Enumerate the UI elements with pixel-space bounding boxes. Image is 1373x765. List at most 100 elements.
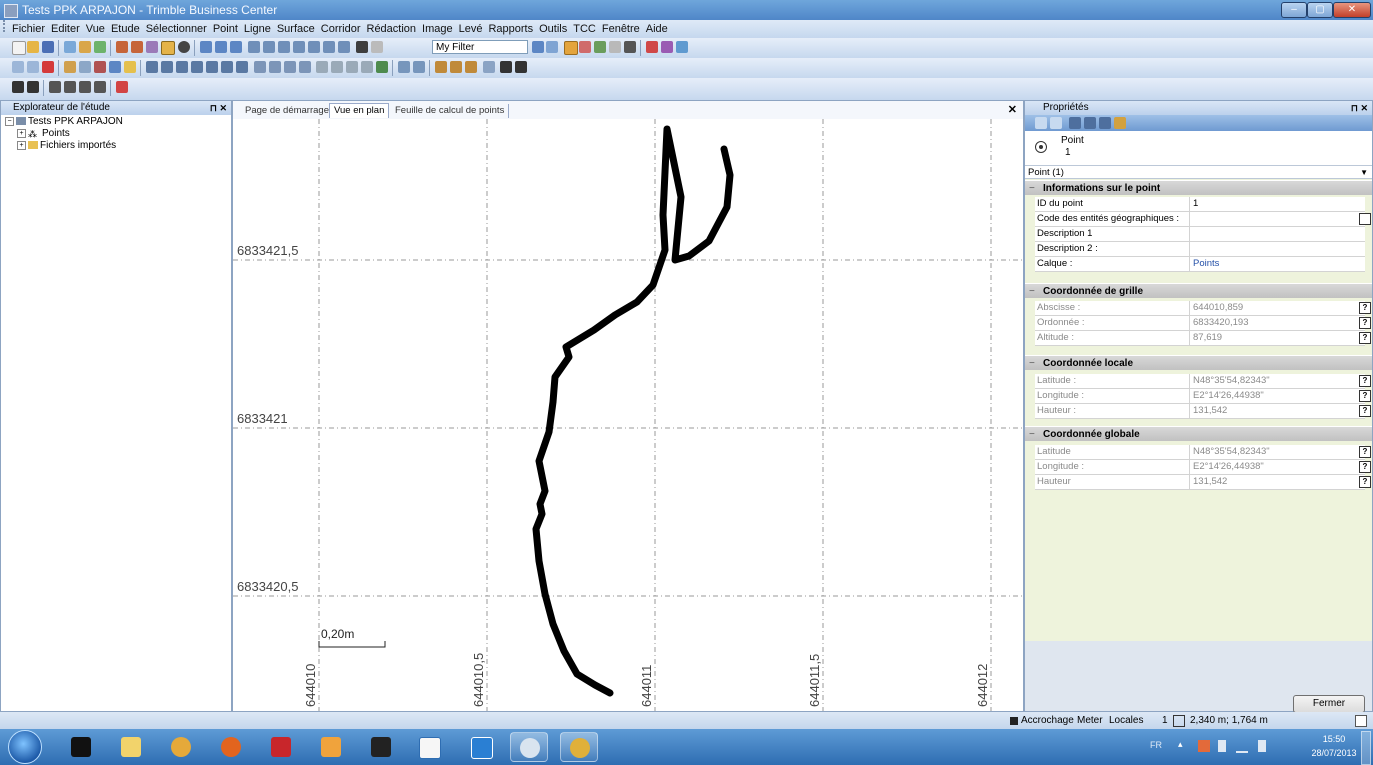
arc-tool-icon[interactable] bbox=[161, 61, 173, 73]
prop-row-layer[interactable]: Calque : Points bbox=[1035, 257, 1365, 272]
explorer-pin-close[interactable]: ⊓ ✕ bbox=[210, 101, 227, 115]
undo-icon[interactable] bbox=[12, 61, 24, 73]
export-icon[interactable] bbox=[79, 41, 91, 53]
menu-leve[interactable]: Levé bbox=[456, 21, 486, 35]
prop-value[interactable]: 1 bbox=[1193, 197, 1343, 211]
system-clock[interactable]: 15:50 28/07/2013 bbox=[1309, 732, 1359, 760]
grid-icon[interactable] bbox=[356, 41, 368, 53]
menu-rapports[interactable]: Rapports bbox=[485, 21, 536, 35]
menu-vue[interactable]: Vue bbox=[83, 21, 108, 35]
cogo-point-icon[interactable] bbox=[64, 61, 76, 73]
sort-props-icon[interactable] bbox=[1084, 117, 1096, 129]
tree-item-points[interactable]: + ⁂ Points bbox=[17, 128, 70, 139]
cogo-search-icon[interactable] bbox=[79, 61, 91, 73]
help-icon[interactable]: ? bbox=[1359, 317, 1371, 329]
help-icon[interactable]: ? bbox=[1359, 390, 1371, 402]
label-tool-icon[interactable] bbox=[450, 61, 462, 73]
menu-tcc[interactable]: TCC bbox=[570, 21, 599, 35]
tree-icon[interactable] bbox=[376, 61, 388, 73]
menu-redaction[interactable]: Rédaction bbox=[364, 21, 420, 35]
menu-surface[interactable]: Surface bbox=[274, 21, 318, 35]
taskbar-pages[interactable] bbox=[312, 732, 350, 762]
zoom-extents-icon[interactable] bbox=[248, 41, 260, 53]
survey-station-icon[interactable] bbox=[12, 81, 24, 93]
menu-image[interactable]: Image bbox=[419, 21, 456, 35]
select-filter-icon[interactable] bbox=[146, 41, 158, 53]
taskbar-filezilla[interactable] bbox=[262, 732, 300, 762]
select-crossing-icon[interactable] bbox=[131, 41, 143, 53]
taskbar-firefox[interactable] bbox=[212, 732, 250, 762]
filter-manager-icon[interactable] bbox=[546, 41, 558, 53]
help-pointer-icon[interactable] bbox=[676, 41, 688, 53]
taskbar-explorer[interactable] bbox=[112, 732, 150, 762]
start-button[interactable] bbox=[8, 730, 42, 764]
open-folder-icon[interactable] bbox=[27, 41, 39, 53]
menu-fenetre[interactable]: Fenêtre bbox=[599, 21, 643, 35]
properties-icon[interactable] bbox=[371, 41, 383, 53]
import-icon[interactable] bbox=[64, 41, 76, 53]
section-global-coordinates[interactable]: − Coordonnée globale bbox=[1025, 426, 1372, 441]
status-snap[interactable]: Accrochage bbox=[1021, 712, 1074, 729]
snap-node-icon[interactable] bbox=[361, 61, 373, 73]
tree-item-imported-files[interactable]: + Fichiers importés bbox=[17, 140, 116, 151]
plan-view-canvas[interactable]: 6833421,5 6833421 6833420,5 644010 64401… bbox=[233, 119, 1023, 711]
help-icon[interactable]: ? bbox=[1359, 405, 1371, 417]
select-active-icon[interactable] bbox=[161, 41, 175, 55]
line-tool-icon[interactable] bbox=[146, 61, 158, 73]
maximize-button[interactable]: ▢ bbox=[1307, 2, 1333, 18]
categorized-icon[interactable] bbox=[1035, 117, 1047, 129]
taskbar-cmd[interactable] bbox=[62, 732, 100, 762]
menu-editer[interactable]: Editer bbox=[48, 21, 83, 35]
tab-points-spreadsheet[interactable]: Feuille de calcul de points bbox=[391, 104, 510, 118]
curve-tool-icon[interactable] bbox=[191, 61, 203, 73]
close-document-icon[interactable]: ✕ bbox=[1008, 103, 1017, 116]
help-icon[interactable]: ? bbox=[1359, 375, 1371, 387]
prop-value[interactable]: Points bbox=[1193, 257, 1343, 271]
status-units[interactable]: Meter bbox=[1077, 712, 1103, 729]
close-window-button[interactable]: ✕ bbox=[1333, 2, 1371, 18]
taskbar-trimble-2[interactable] bbox=[560, 732, 598, 762]
scale-icon[interactable] bbox=[79, 81, 91, 93]
tab-start-page[interactable]: Page de démarrage bbox=[241, 104, 334, 118]
prop-row-description-2[interactable]: Description 2 : bbox=[1035, 242, 1365, 257]
spreadsheet-icon[interactable] bbox=[230, 41, 242, 53]
close-properties-button[interactable]: Fermer bbox=[1293, 695, 1365, 713]
signal-icon[interactable] bbox=[1236, 741, 1248, 753]
taskbar-chrome[interactable] bbox=[162, 732, 200, 762]
project-settings-icon[interactable] bbox=[94, 41, 106, 53]
move-icon[interactable] bbox=[49, 81, 61, 93]
snap-mid-icon[interactable] bbox=[346, 61, 358, 73]
survey-icon[interactable] bbox=[579, 41, 591, 53]
taskbar-teamviewer[interactable] bbox=[462, 732, 500, 762]
cogo-offset-icon[interactable] bbox=[109, 61, 121, 73]
refresh-view-icon[interactable] bbox=[323, 41, 335, 53]
taskbar-vc[interactable] bbox=[410, 732, 448, 762]
profile-icon[interactable] bbox=[299, 61, 311, 73]
cogo-intersect-icon[interactable] bbox=[94, 61, 106, 73]
layer-icon[interactable] bbox=[338, 41, 350, 53]
rotate-icon[interactable] bbox=[64, 81, 76, 93]
text-tool-icon[interactable] bbox=[435, 61, 447, 73]
zoom-out-icon[interactable] bbox=[308, 41, 320, 53]
expand-icon[interactable]: + bbox=[17, 128, 26, 138]
section-grid-coordinates[interactable]: − Coordonnée de grille bbox=[1025, 283, 1372, 298]
chevron-down-icon[interactable]: ▼ bbox=[1360, 166, 1368, 180]
dimension-tool-icon[interactable] bbox=[465, 61, 477, 73]
properties-pin-close[interactable]: ⊓ ✕ bbox=[1351, 101, 1368, 115]
contour-icon[interactable] bbox=[269, 61, 281, 73]
menu-fichier[interactable]: Fichier bbox=[9, 21, 48, 35]
surface-icon[interactable] bbox=[254, 61, 266, 73]
taskbar-trimble-active[interactable] bbox=[510, 732, 548, 762]
prop-value[interactable] bbox=[1193, 227, 1343, 241]
prop-value[interactable] bbox=[1193, 242, 1343, 256]
pan-icon[interactable] bbox=[278, 41, 290, 53]
plan-view-icon[interactable] bbox=[200, 41, 212, 53]
status-coordinates-mode[interactable]: Locales bbox=[1109, 712, 1143, 729]
3d-view-icon[interactable] bbox=[215, 41, 227, 53]
battery-icon[interactable] bbox=[1218, 740, 1226, 752]
snap-icon[interactable] bbox=[316, 61, 328, 73]
help-icon[interactable]: ? bbox=[1359, 332, 1371, 344]
snap-end-icon[interactable] bbox=[331, 61, 343, 73]
zoom-window-icon[interactable] bbox=[263, 41, 275, 53]
survey-backsight-icon[interactable] bbox=[27, 81, 39, 93]
